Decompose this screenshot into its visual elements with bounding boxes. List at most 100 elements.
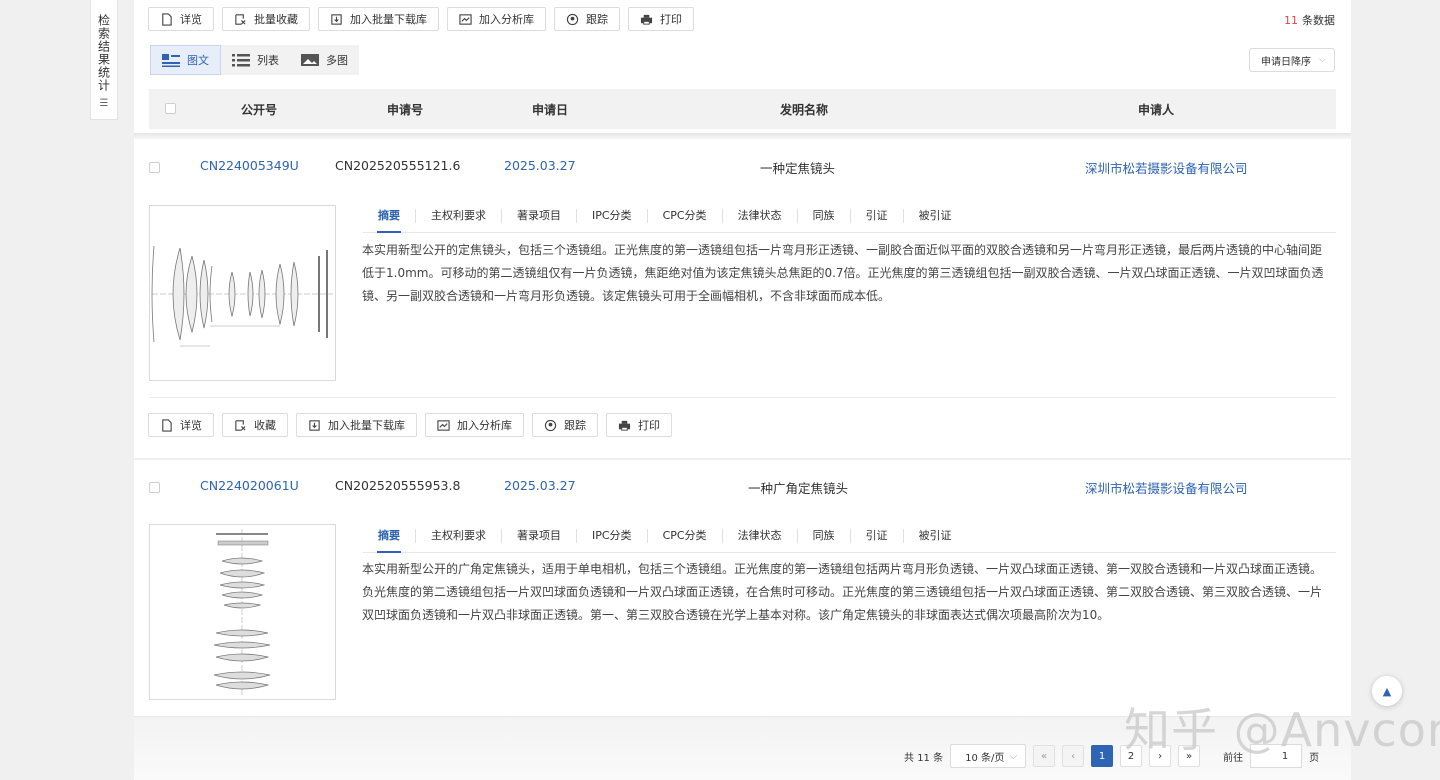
header-pub-no: 公开号 xyxy=(241,102,278,117)
favorite-icon xyxy=(235,13,246,25)
record-summary-row: CN224020061U CN202520555953.8 2025.03.27… xyxy=(134,466,1351,506)
record-add-download-button[interactable]: 加入批量下载库 xyxy=(296,413,417,437)
tab-family[interactable]: 同族 xyxy=(798,529,851,543)
document-icon xyxy=(162,418,172,432)
tab-cpc[interactable]: CPC分类 xyxy=(648,529,723,543)
first-page-icon[interactable]: « xyxy=(1033,745,1056,767)
record-favorite-button[interactable]: 收藏 xyxy=(222,413,288,437)
tab-legal-status[interactable]: 法律状态 xyxy=(723,529,798,543)
record-applicant[interactable]: 深圳市松若摄影设备有限公司 xyxy=(1085,478,1248,497)
record-pub-no[interactable]: CN224020061U xyxy=(200,478,299,493)
tab-citations[interactable]: 引证 xyxy=(851,529,904,543)
track-label: 跟踪 xyxy=(586,13,608,26)
prev-page-icon[interactable]: ‹ xyxy=(1062,745,1085,767)
tab-cpc[interactable]: CPC分类 xyxy=(648,209,723,223)
record-track-button[interactable]: 跟踪 xyxy=(532,413,598,437)
download-icon xyxy=(331,13,342,25)
tab-legal-status[interactable]: 法律状态 xyxy=(723,209,798,223)
record-app-date[interactable]: 2025.03.27 xyxy=(504,158,576,173)
stats-side-tab[interactable]: 检索结果统计 ☰ xyxy=(90,0,118,120)
chevron-down-icon: ⌵ xyxy=(1009,750,1018,762)
tab-ipc[interactable]: IPC分类 xyxy=(577,529,648,543)
tab-image-text[interactable]: 图文 xyxy=(150,45,221,75)
results-panel: 详览 批量收藏 加入批量下载库 加入分析库 跟踪 打印 11 条数据 图文 列表… xyxy=(134,0,1351,780)
print-label: 打印 xyxy=(660,13,682,26)
tab-main-claim[interactable]: 主权利要求 xyxy=(416,209,502,223)
record-add-analysis-label: 加入分析库 xyxy=(457,419,512,432)
total-count: 共 11 条 xyxy=(904,749,943,764)
record-title: 一种广角定焦镜头 xyxy=(748,481,849,496)
header-shadow xyxy=(134,133,1351,139)
patent-drawing-thumbnail[interactable] xyxy=(149,524,336,700)
record-checkbox[interactable] xyxy=(149,162,160,173)
table-header: 公开号 申请号 申请日 发明名称 申请人 xyxy=(149,89,1336,129)
detail-view-label: 详览 xyxy=(180,13,202,26)
header-applicant: 申请人 xyxy=(1138,102,1175,117)
record-title: 一种定焦镜头 xyxy=(760,161,836,176)
track-button[interactable]: 跟踪 xyxy=(554,7,620,31)
tab-multi-image-label: 多图 xyxy=(326,54,348,67)
record-toolbar: 详览 收藏 加入批量下载库 加入分析库 跟踪 打印 xyxy=(148,413,672,437)
document-icon xyxy=(162,12,172,26)
tab-ipc[interactable]: IPC分类 xyxy=(577,209,648,223)
batch-favorite-button[interactable]: 批量收藏 xyxy=(222,7,310,31)
tab-list[interactable]: 列表 xyxy=(221,45,290,75)
analysis-icon xyxy=(459,13,472,25)
record-abstract: 本实用新型公开的广角定焦镜头，适用于单电相机，包括三个透镜组。正光焦度的第一透镜… xyxy=(362,562,1323,622)
record-add-analysis-button[interactable]: 加入分析库 xyxy=(425,413,524,437)
record-checkbox[interactable] xyxy=(149,482,160,493)
tab-cited-by[interactable]: 被引证 xyxy=(904,529,967,543)
header-title: 发明名称 xyxy=(780,102,829,117)
record-print-button[interactable]: 打印 xyxy=(606,413,672,437)
toolbar: 详览 批量收藏 加入批量下载库 加入分析库 跟踪 打印 xyxy=(148,7,694,31)
tab-main-claim[interactable]: 主权利要求 xyxy=(416,529,502,543)
record-detail-tabs: 摘要 主权利要求 著录项目 IPC分类 CPC分类 法律状态 同族 引证 被引证 xyxy=(363,529,1336,553)
record-print-label: 打印 xyxy=(638,419,660,432)
select-all-checkbox[interactable] xyxy=(165,103,176,114)
print-icon xyxy=(618,420,631,431)
image-text-icon xyxy=(162,54,180,67)
record-divider xyxy=(134,458,1351,460)
watermark: 知乎 @Anvcor xyxy=(1124,703,1440,757)
total-suffix: 条 xyxy=(933,752,944,764)
lens-drawing-image xyxy=(151,245,333,347)
tab-abstract[interactable]: 摘要 xyxy=(363,209,416,233)
record-applicant[interactable]: 深圳市松若摄影设备有限公司 xyxy=(1085,158,1248,177)
download-icon xyxy=(309,419,320,431)
print-button[interactable]: 打印 xyxy=(628,7,694,31)
page-size-value: 10 条/页 xyxy=(965,752,1005,764)
record-app-date[interactable]: 2025.03.27 xyxy=(504,478,576,493)
record-favorite-label: 收藏 xyxy=(254,419,276,432)
tab-multi-image[interactable]: 多图 xyxy=(290,45,359,75)
collapse-icon: ☰ xyxy=(99,98,109,109)
record-pub-no[interactable]: CN224005349U xyxy=(200,158,299,173)
page-1-button[interactable]: 1 xyxy=(1091,745,1114,767)
tab-bibliographic[interactable]: 著录项目 xyxy=(502,529,577,543)
track-icon xyxy=(544,419,557,431)
sort-selected-value: 申请日降序 xyxy=(1261,56,1311,68)
tab-citations[interactable]: 引证 xyxy=(851,209,904,223)
total-prefix: 共 xyxy=(904,752,914,764)
page-size-select[interactable]: 10 条/页 ⌵ xyxy=(950,744,1027,768)
patent-drawing-thumbnail[interactable] xyxy=(149,205,336,381)
track-icon xyxy=(566,13,579,25)
record-detail-tabs: 摘要 主权利要求 著录项目 IPC分类 CPC分类 法律状态 同族 引证 被引证 xyxy=(363,209,1336,233)
detail-view-button[interactable]: 详览 xyxy=(148,7,214,31)
header-app-no: 申请号 xyxy=(387,102,424,117)
record-track-label: 跟踪 xyxy=(564,419,586,432)
tab-image-text-label: 图文 xyxy=(187,54,209,67)
print-icon xyxy=(640,14,653,25)
add-analysis-button[interactable]: 加入分析库 xyxy=(447,7,546,31)
list-icon xyxy=(232,54,250,67)
record-detail-button[interactable]: 详览 xyxy=(148,413,214,437)
result-count-number: 11 xyxy=(1284,14,1298,27)
view-mode-tabs: 图文 列表 多图 xyxy=(150,45,359,75)
add-download-button[interactable]: 加入批量下载库 xyxy=(318,7,439,31)
tab-bibliographic[interactable]: 著录项目 xyxy=(502,209,577,223)
sort-select[interactable]: 申请日降序 ⌵ xyxy=(1249,48,1335,72)
result-count-suffix: 条数据 xyxy=(1302,14,1335,27)
tab-cited-by[interactable]: 被引证 xyxy=(904,209,967,223)
tab-family[interactable]: 同族 xyxy=(798,209,851,223)
multi-image-icon xyxy=(301,54,319,66)
tab-abstract[interactable]: 摘要 xyxy=(363,529,416,553)
